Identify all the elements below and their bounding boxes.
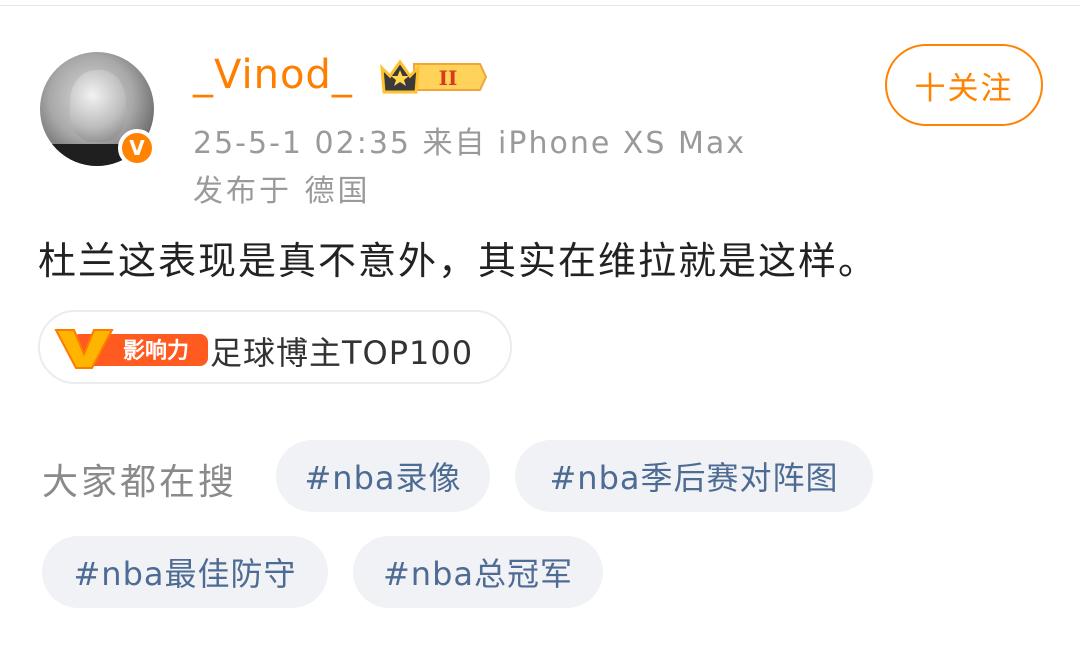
username[interactable]: _Vinod_ xyxy=(193,52,353,98)
influence-badge[interactable]: 影响力 足球博主TOP100 xyxy=(38,310,512,384)
search-tag[interactable]: #nba总冠军 xyxy=(353,536,603,608)
post-location: 发布于 德国 xyxy=(193,174,371,209)
verified-badge-icon: V xyxy=(118,129,156,167)
post-meta: 25-5-1 02:35 来自 iPhone XS Max xyxy=(193,126,747,161)
follow-button[interactable]: 十关注 xyxy=(885,44,1043,126)
top-divider xyxy=(0,5,1080,6)
rank-label: II xyxy=(439,66,458,90)
influence-logo-text: 影响力 xyxy=(123,338,189,364)
search-tag[interactable]: #nba季后赛对阵图 xyxy=(515,440,873,512)
influence-label: 足球博主TOP100 xyxy=(210,334,474,372)
avatar-head xyxy=(70,70,126,142)
crown-rank-icon: II xyxy=(380,59,488,94)
search-tag[interactable]: #nba最佳防守 xyxy=(42,536,328,608)
search-tag[interactable]: #nba录像 xyxy=(276,440,490,512)
trending-search-label: 大家都在搜 xyxy=(42,462,238,503)
post-text: 杜兰这表现是真不意外，其实在维拉就是这样。 xyxy=(38,239,879,283)
influence-logo-icon: 影响力 xyxy=(54,329,208,369)
